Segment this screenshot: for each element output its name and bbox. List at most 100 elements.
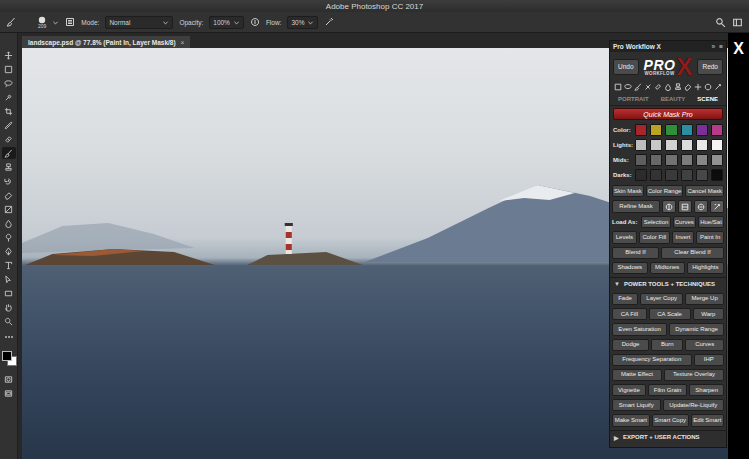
panel-button[interactable]: Blend If (612, 247, 659, 259)
panel-menu-button[interactable]: ≡ (719, 43, 723, 50)
mask-color-swatch[interactable] (650, 154, 662, 166)
panel-tool-icon[interactable] (664, 83, 672, 91)
panel-button[interactable]: Midtones (650, 262, 685, 274)
mask-color-swatch[interactable] (650, 169, 662, 181)
tool-button[interactable] (2, 175, 16, 187)
panel-tool-icon[interactable] (644, 83, 652, 91)
refine-option-button[interactable] (710, 200, 724, 213)
mask-color-swatch[interactable] (650, 124, 662, 136)
panel-button[interactable]: Film Grain (648, 384, 688, 396)
tool-button[interactable] (2, 161, 16, 173)
panel-button[interactable]: CA Fill (612, 308, 647, 320)
panel-button[interactable]: Matte Effect (612, 369, 662, 381)
tool-button[interactable] (2, 287, 16, 299)
mask-color-swatch[interactable] (635, 139, 647, 151)
panel-tool-icon[interactable] (614, 83, 622, 91)
mask-color-swatch[interactable] (635, 124, 647, 136)
brush-panel-icon[interactable] (65, 17, 75, 27)
tool-button[interactable] (2, 77, 16, 89)
refine-option-button[interactable] (678, 200, 692, 213)
panel-button[interactable]: Paint In (696, 231, 724, 243)
panel-tool-icon[interactable] (654, 83, 662, 91)
mask-color-swatch[interactable] (696, 154, 708, 166)
section-toggle[interactable]: ▼ (614, 281, 620, 287)
panel-button[interactable]: Smart Copy (652, 414, 689, 426)
quick-mask-button[interactable] (2, 373, 16, 385)
tool-button[interactable] (2, 105, 16, 117)
panel-button[interactable]: Layer Copy (640, 293, 683, 305)
tool-button[interactable] (2, 147, 16, 159)
mask-color-swatch[interactable] (681, 154, 693, 166)
panel-button[interactable]: Burn (651, 339, 683, 351)
panel-tool-icon[interactable] (684, 83, 692, 91)
panel-button[interactable]: Texture Overlay (664, 369, 724, 381)
panel-tool-icon[interactable] (694, 83, 702, 91)
panel-button[interactable]: Color Fill (639, 231, 670, 243)
more-tools-icon[interactable] (4, 335, 14, 339)
panel-button[interactable]: Dynamic Range (669, 323, 724, 335)
panel-button[interactable]: Sharpen (689, 384, 724, 396)
close-viewer-button[interactable]: X (733, 41, 744, 59)
workspace-icon[interactable] (732, 17, 743, 28)
tool-button[interactable] (2, 189, 16, 201)
foreground-color-swatch[interactable] (2, 351, 12, 361)
mask-color-swatch[interactable] (681, 169, 693, 181)
tool-button[interactable] (2, 245, 16, 257)
mask-color-swatch[interactable] (696, 169, 708, 181)
tool-button[interactable] (2, 273, 16, 285)
panel-button[interactable]: Update/Re-Liquify (663, 399, 725, 411)
opacity-field[interactable]: 100% (209, 16, 244, 29)
tool-button[interactable] (2, 315, 16, 327)
panel-button[interactable]: Frequency Separation (612, 354, 692, 366)
redo-button[interactable]: Redo (697, 59, 723, 75)
panel-button[interactable]: Dodge (612, 339, 649, 351)
mask-color-swatch[interactable] (711, 124, 723, 136)
panel-tool-icon[interactable] (674, 83, 682, 91)
panel-tool-icon[interactable] (704, 83, 712, 91)
panel-button[interactable]: Edit Smart (691, 414, 724, 426)
tool-button[interactable] (2, 217, 16, 229)
section-header[interactable]: ▶ EXPORT + USER ACTIONS (610, 430, 726, 444)
panel-button[interactable]: Fade (612, 293, 638, 305)
panel-button[interactable]: Shadows (612, 262, 648, 274)
tool-button[interactable] (2, 259, 16, 271)
search-icon[interactable] (715, 17, 726, 28)
mode-dropdown[interactable]: Normal (105, 16, 173, 29)
section-toggle[interactable]: ▶ (614, 434, 619, 441)
mask-color-swatch[interactable] (711, 139, 723, 151)
panel-button[interactable]: Cancel Mask (685, 185, 724, 197)
mask-color-swatch[interactable] (696, 124, 708, 136)
airbrush-icon[interactable] (324, 17, 334, 27)
panel-button[interactable]: Merge Up (685, 293, 724, 305)
panel-button[interactable]: Levels (612, 231, 637, 243)
panel-button[interactable]: Refine Mask (612, 200, 660, 213)
tool-button[interactable] (2, 63, 16, 75)
mask-color-swatch[interactable] (665, 169, 677, 181)
panel-button[interactable]: Even Saturation (612, 323, 667, 335)
panel-button[interactable]: Warp (693, 308, 724, 320)
section-header[interactable]: ▼ POWER TOOLS + TECHNIQUES (610, 277, 726, 290)
mask-color-swatch[interactable] (681, 139, 693, 151)
panel-button[interactable]: IHP (694, 354, 724, 366)
mask-color-swatch[interactable] (665, 154, 677, 166)
panel-tab[interactable]: BEAUTY (659, 95, 688, 103)
panel-button[interactable]: Invert (672, 231, 694, 243)
panel-button[interactable]: Curves (685, 339, 724, 351)
brush-tool-icon[interactable] (6, 17, 16, 27)
document-tab[interactable]: landscape.psd @ 77.8% (Paint In, Layer M… (22, 36, 190, 48)
panel-header[interactable]: Pro Workflow X » ≡ (610, 41, 726, 52)
close-tab-button[interactable]: × (181, 39, 185, 46)
tool-button[interactable] (2, 49, 16, 61)
mask-color-swatch[interactable] (665, 124, 677, 136)
mask-color-swatch[interactable] (681, 124, 693, 136)
collapse-button[interactable]: » (712, 43, 716, 50)
mask-color-swatch[interactable] (711, 169, 723, 181)
mask-color-swatch[interactable] (696, 139, 708, 151)
panel-button[interactable]: Skin Mask (612, 185, 644, 197)
mask-color-swatch[interactable] (665, 139, 677, 151)
mask-color-swatch[interactable] (635, 154, 647, 166)
mask-color-swatch[interactable] (650, 139, 662, 151)
panel-button[interactable]: Highlights (687, 262, 724, 274)
tool-button[interactable] (2, 91, 16, 103)
panel-button[interactable]: Vignette (612, 384, 646, 396)
